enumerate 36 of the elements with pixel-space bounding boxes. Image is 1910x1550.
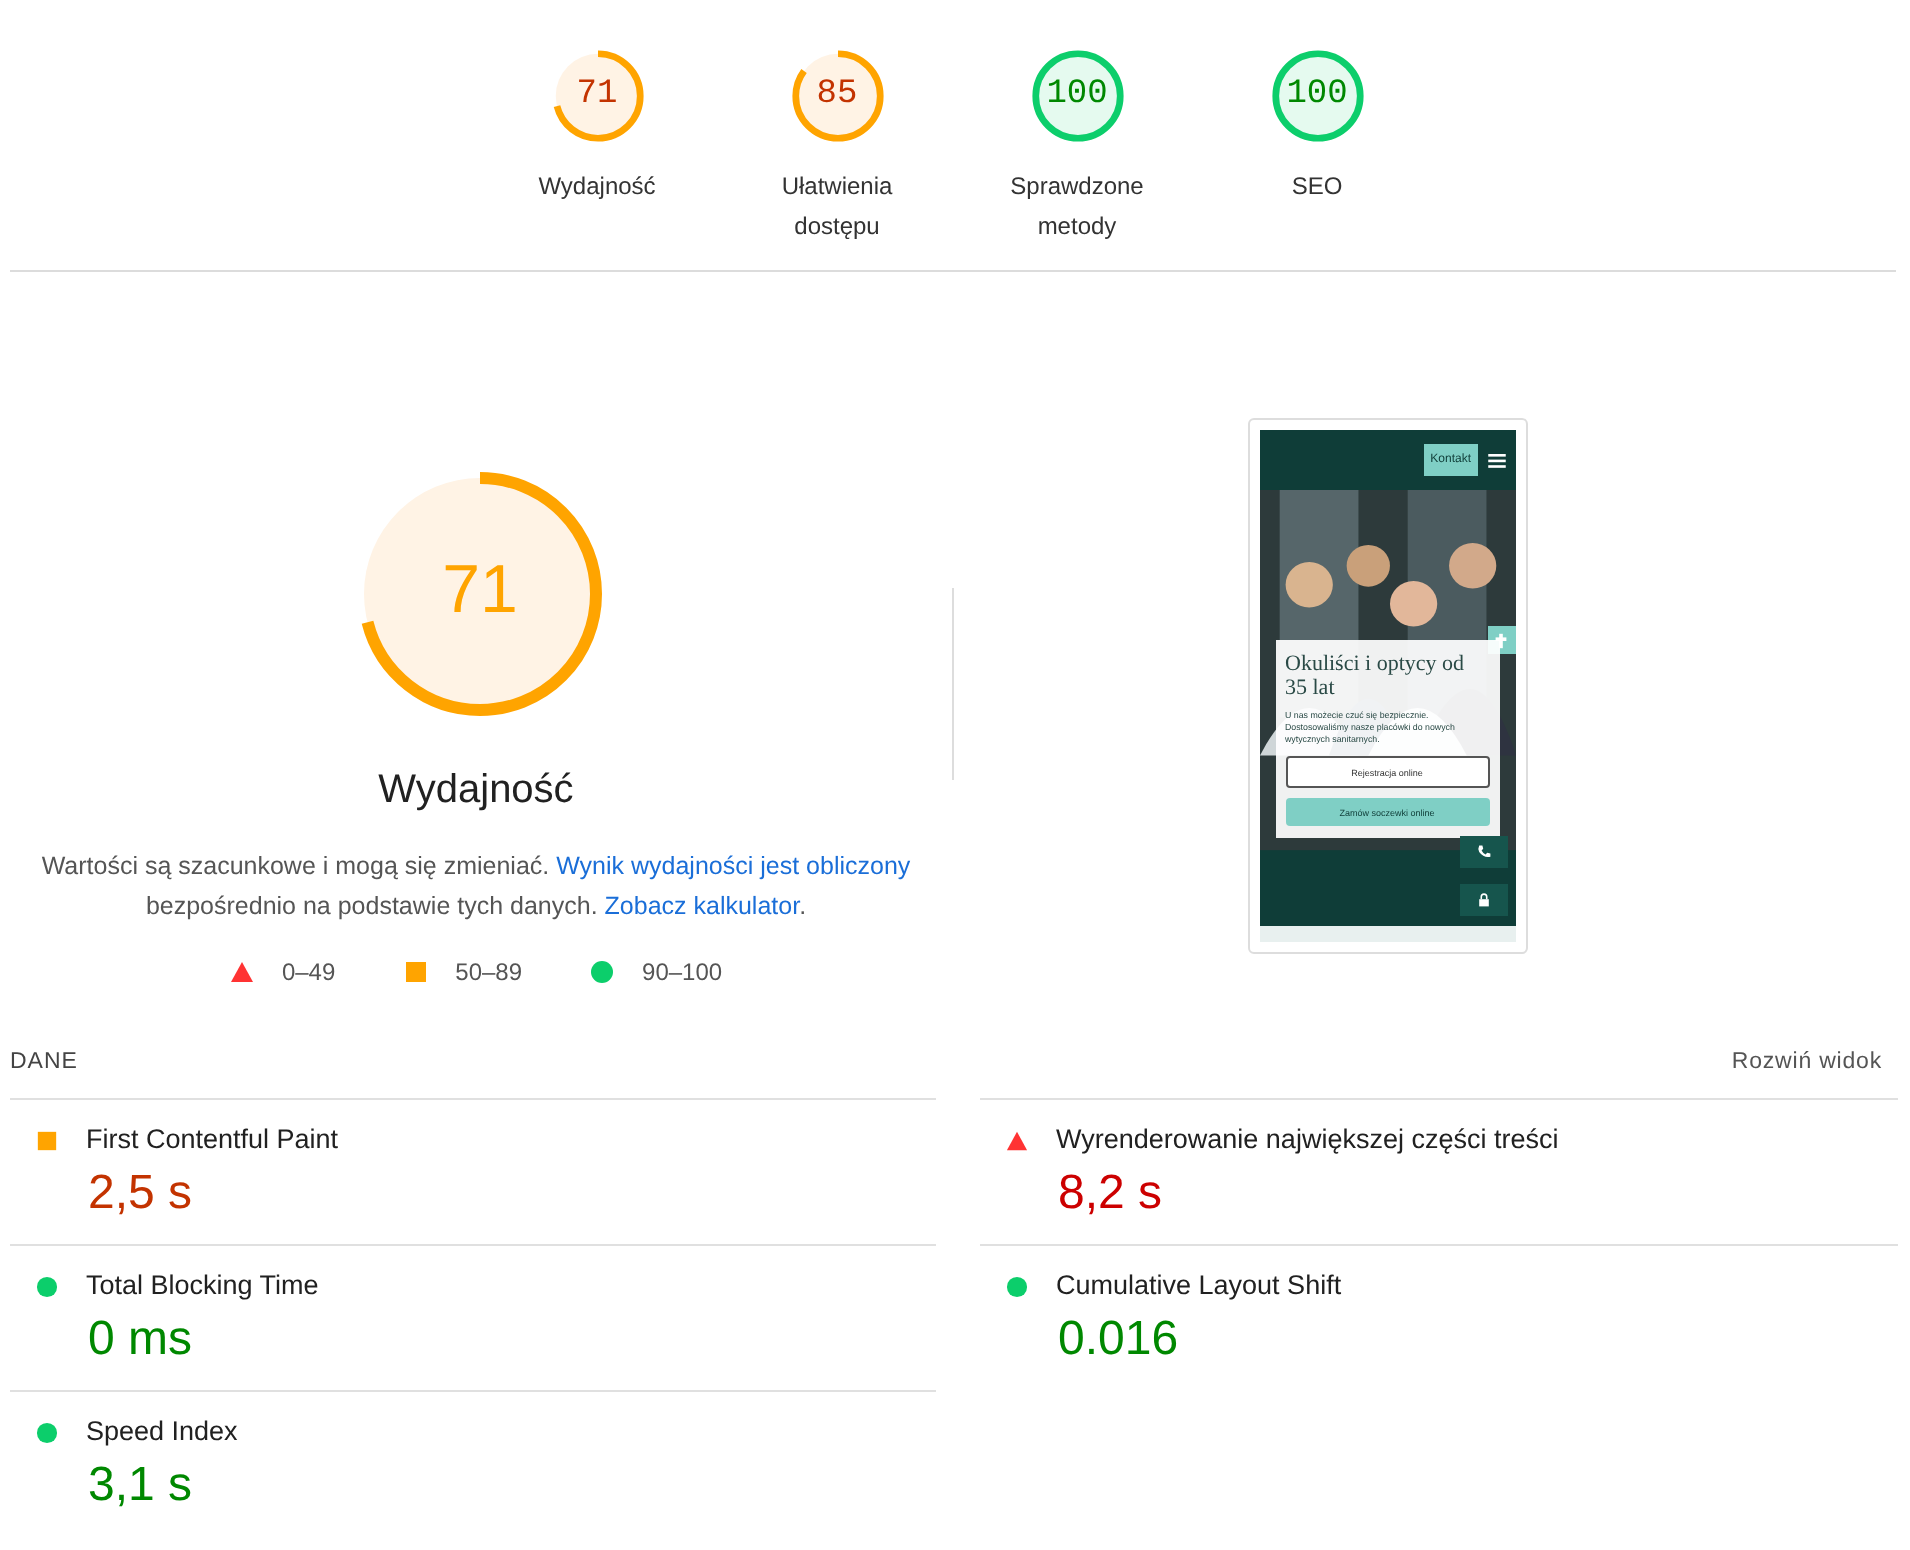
score-value: 71 bbox=[576, 74, 618, 118]
gauge-title: Wydajność bbox=[378, 766, 574, 816]
hero-heading: Okuliści i optycy od 35 lat bbox=[1285, 652, 1467, 700]
metric-name: Wyrenderowanie największej części treści bbox=[1056, 1124, 1559, 1156]
category-label: SEO bbox=[1291, 170, 1343, 204]
metric-name: Total Blocking Time bbox=[86, 1270, 319, 1302]
metric-name: First Contentful Paint bbox=[86, 1124, 339, 1156]
score-value: 85 bbox=[816, 74, 858, 118]
metric-value: 2,5 s bbox=[88, 1166, 195, 1222]
metric-value: 0 ms bbox=[88, 1312, 195, 1368]
legend-range: 90–100 bbox=[642, 958, 723, 986]
link[interactable]: Zobacz kalkulator bbox=[604, 892, 800, 920]
score-gauge[interactable] bbox=[789, 48, 885, 144]
legend-range: 50–89 bbox=[455, 958, 523, 986]
section-title: DANE bbox=[10, 1050, 78, 1074]
score-gauge[interactable] bbox=[1269, 48, 1365, 144]
menu-icon bbox=[1487, 453, 1505, 467]
legend-range: 0–49 bbox=[281, 958, 336, 986]
category-label: Ułatwienia dostępu bbox=[779, 170, 895, 244]
metric-value: 0.016 bbox=[1058, 1312, 1181, 1368]
phone-icon bbox=[1475, 844, 1491, 860]
category-label: Sprawdzone metody bbox=[1008, 170, 1146, 244]
metric-value: 8,2 s bbox=[1058, 1166, 1165, 1222]
category-label: Wydajność bbox=[538, 170, 656, 204]
score-gauge[interactable] bbox=[549, 48, 645, 144]
score-gauge[interactable] bbox=[1029, 48, 1125, 144]
metric-name: Speed Index bbox=[86, 1416, 238, 1448]
link[interactable]: Wynik wydajności jest obliczony bbox=[556, 852, 911, 880]
metric-value: 3,1 s bbox=[88, 1458, 195, 1514]
description-text: Wartości są szacunkowe i mogą się zmieniać. Wynik wydajności jest obliczony bezpośrednio na podstawie tych danych. Zobacz kalkulator. bbox=[39, 850, 913, 924]
metric-name: Cumulative Layout Shift bbox=[1056, 1270, 1342, 1302]
lock-icon bbox=[1475, 892, 1491, 908]
score-value: 100 bbox=[1046, 74, 1108, 118]
score-value: 100 bbox=[1286, 74, 1348, 118]
score-value: 71 bbox=[440, 550, 520, 632]
expand-view-link[interactable]: Rozwiń widok bbox=[1731, 1050, 1882, 1074]
